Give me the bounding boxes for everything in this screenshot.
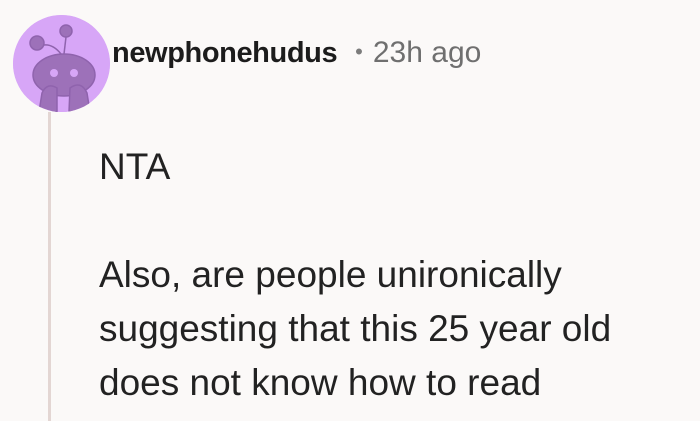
comment-line-1: Also, are people unironically bbox=[99, 254, 562, 295]
comment-line-2: suggesting that this 25 year old bbox=[99, 308, 612, 349]
snoo-avatar-icon bbox=[13, 15, 110, 112]
comment-card: newphonehudus • 23h ago NTA Also, are pe… bbox=[0, 0, 700, 421]
separator-dot: • bbox=[355, 39, 363, 64]
comment-header: newphonehudus • 23h ago bbox=[112, 36, 481, 70]
comment-line-3: does not know how to read bbox=[99, 362, 542, 403]
comment-body: NTA Also, are people unironically sugges… bbox=[99, 140, 694, 410]
username-link[interactable]: newphonehudus bbox=[112, 37, 338, 70]
verdict-text: NTA bbox=[99, 146, 171, 187]
thread-line[interactable] bbox=[48, 112, 51, 421]
timestamp[interactable]: 23h ago bbox=[373, 36, 481, 70]
avatar[interactable] bbox=[13, 15, 110, 112]
